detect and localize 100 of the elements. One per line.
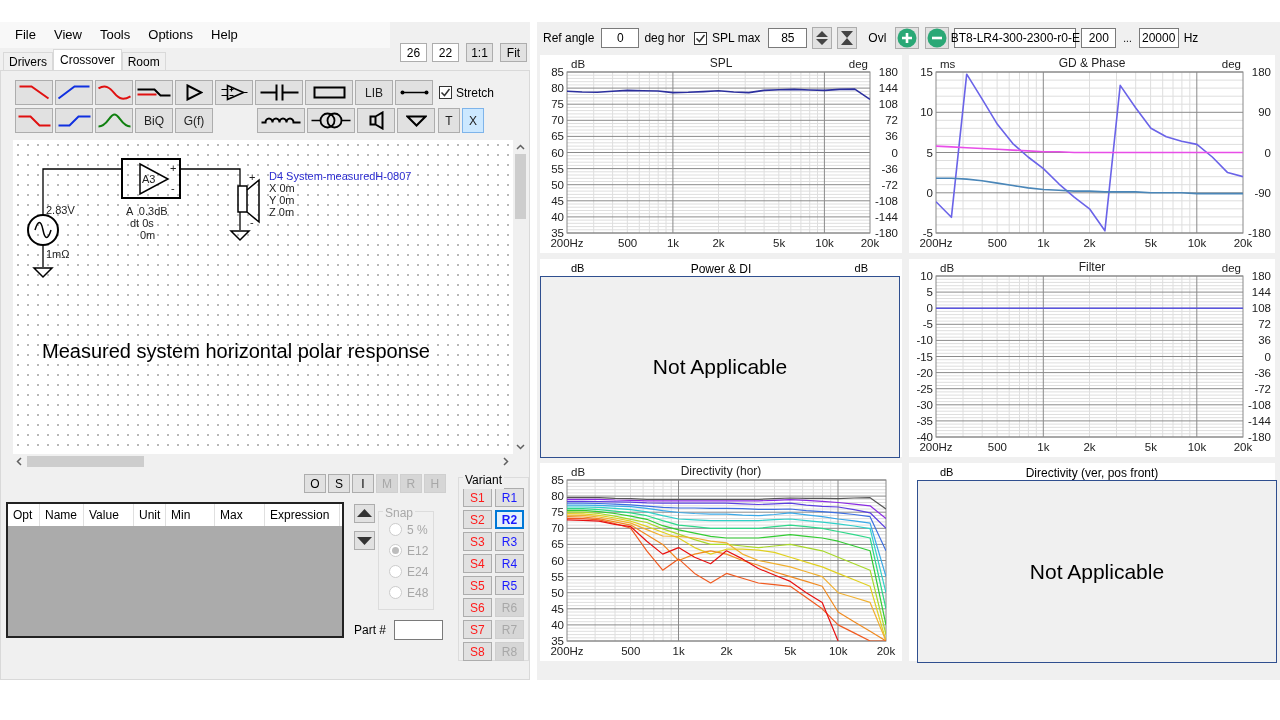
tool-button[interactable]: [55, 80, 93, 105]
menu-item[interactable]: Options: [141, 25, 201, 45]
scrollbar-thumb[interactable]: [515, 154, 526, 219]
zoom-field[interactable]: 22: [432, 43, 459, 62]
part-button[interactable]: O: [303, 474, 326, 493]
axis-label: 200Hz: [550, 645, 584, 657]
column-header[interactable]: Min: [166, 504, 215, 526]
axis-label: -180: [1247, 431, 1271, 443]
axis-label: 36: [1258, 334, 1271, 347]
column-header[interactable]: Opt: [8, 504, 40, 526]
menu-item[interactable]: File: [8, 25, 43, 45]
axis-label: 50: [551, 586, 564, 599]
menu-item[interactable]: Help: [204, 25, 245, 45]
tool-button[interactable]: [397, 108, 435, 133]
tool-button[interactable]: [215, 80, 253, 105]
axis-label: 1k: [1037, 237, 1050, 249]
checkbox[interactable]: [439, 86, 452, 99]
column-header[interactable]: Max: [215, 504, 265, 526]
start-frequency-field[interactable]: 200: [1081, 28, 1117, 48]
checkbox[interactable]: [694, 31, 708, 45]
axis-label: -36: [881, 162, 898, 175]
variant-button[interactable]: R1: [494, 488, 524, 507]
column-header[interactable]: Value: [84, 504, 134, 526]
plus-sign: +: [170, 162, 177, 174]
gain-label: A 0.3dB: [126, 205, 168, 217]
chart-title: Power & DI: [690, 261, 752, 278]
checkbox-label[interactable]: SPL max: [712, 29, 761, 47]
scrollbar-thumb[interactable]: [27, 456, 144, 467]
variant-button[interactable]: R4: [494, 554, 524, 573]
part-button[interactable]: I: [351, 474, 374, 493]
axis-label: -180: [874, 227, 898, 239]
amplifier-symbol: [121, 158, 181, 199]
amplifier-icon: [219, 84, 249, 101]
axis-label: 5k: [1144, 441, 1157, 453]
tool-button[interactable]: T: [438, 108, 460, 133]
scroll-down-icon[interactable]: [516, 442, 525, 451]
schematic-canvas[interactable]: 2.83V 1mΩ A3 + - A 0.3dB dt 0s 0m + - D4 System-measuredH-0807 X 0m Y 0m Z 0m Measured system horizontal polar response: [13, 140, 513, 454]
parameter-table[interactable]: Opt Name Value Unit Min Max Expression: [6, 502, 344, 638]
tool-button[interactable]: [175, 80, 213, 105]
variant-button[interactable]: R5: [494, 576, 524, 595]
tool-button[interactable]: [135, 80, 173, 105]
axis-label: -144: [874, 210, 898, 223]
move-down-button[interactable]: [354, 531, 375, 550]
scroll-right-icon[interactable]: [501, 457, 510, 466]
add-overlay-button[interactable]: [895, 27, 920, 49]
axis-label: 500: [987, 441, 1007, 453]
view-button[interactable]: Fit: [500, 43, 527, 62]
tool-button[interactable]: [55, 108, 93, 133]
checkbox-label[interactable]: Stretch: [456, 83, 494, 102]
column-header[interactable]: Name: [40, 504, 84, 526]
spl-max-field[interactable]: 85: [768, 28, 808, 48]
menu-item[interactable]: View: [46, 25, 89, 45]
radio-label: E24: [407, 563, 429, 581]
tab[interactable]: Drivers: [3, 52, 53, 70]
menu-item[interactable]: Tools: [92, 25, 138, 45]
range-button[interactable]: [837, 27, 858, 49]
tool-button[interactable]: [255, 80, 303, 105]
axis-unit: deg: [1221, 58, 1241, 70]
axis-label: 80: [551, 82, 564, 95]
axis-label: 72: [1258, 318, 1271, 331]
tool-button[interactable]: [357, 108, 395, 133]
view-button[interactable]: 1:1: [466, 43, 493, 62]
tab[interactable]: Room: [121, 52, 166, 70]
axis-unit: ms: [940, 58, 956, 70]
end-frequency-field[interactable]: 20000: [1138, 28, 1179, 48]
variant-button[interactable]: R2: [494, 510, 524, 529]
chart-title: Directivity (hor): [680, 464, 762, 478]
zoom-field[interactable]: 26: [400, 43, 427, 62]
spin-button[interactable]: [812, 27, 833, 49]
tool-button[interactable]: [305, 80, 353, 105]
scroll-up-icon[interactable]: [516, 143, 525, 152]
tool-button[interactable]: BiQ: [135, 108, 173, 133]
remove-overlay-button[interactable]: [925, 27, 950, 49]
variant-button[interactable]: R3: [494, 532, 524, 551]
scroll-left-icon[interactable]: [15, 457, 24, 466]
axis-label: 144: [1251, 286, 1271, 299]
tool-button[interactable]: G(f): [175, 108, 213, 133]
hourglass-icon: [840, 30, 855, 46]
tool-button[interactable]: [307, 108, 355, 133]
tool-button[interactable]: X: [462, 108, 484, 133]
axis-label: -72: [1254, 382, 1271, 395]
tool-button[interactable]: LIB: [355, 80, 393, 105]
move-up-button[interactable]: [354, 504, 375, 523]
axis-label: 2k: [720, 645, 733, 657]
inductor-icon: [260, 117, 302, 124]
overlay-text: Not Applicable: [652, 354, 788, 381]
tool-button[interactable]: [257, 108, 305, 133]
tool-button[interactable]: [395, 80, 433, 105]
position-label: Z 0m: [269, 206, 295, 218]
axis-label: 144: [878, 82, 898, 95]
plus-icon: [897, 28, 918, 48]
axis-label: 50: [551, 178, 564, 191]
part-button[interactable]: S: [327, 474, 350, 493]
tab[interactable]: Crossover: [53, 49, 122, 70]
column-header[interactable]: Expression: [265, 504, 340, 526]
ref-angle-field[interactable]: 0: [601, 28, 640, 48]
column-header[interactable]: Unit: [134, 504, 166, 526]
minus-icon: [927, 28, 948, 48]
axis-label: 70: [551, 522, 564, 535]
voltage-label: 2.83V: [46, 204, 75, 216]
